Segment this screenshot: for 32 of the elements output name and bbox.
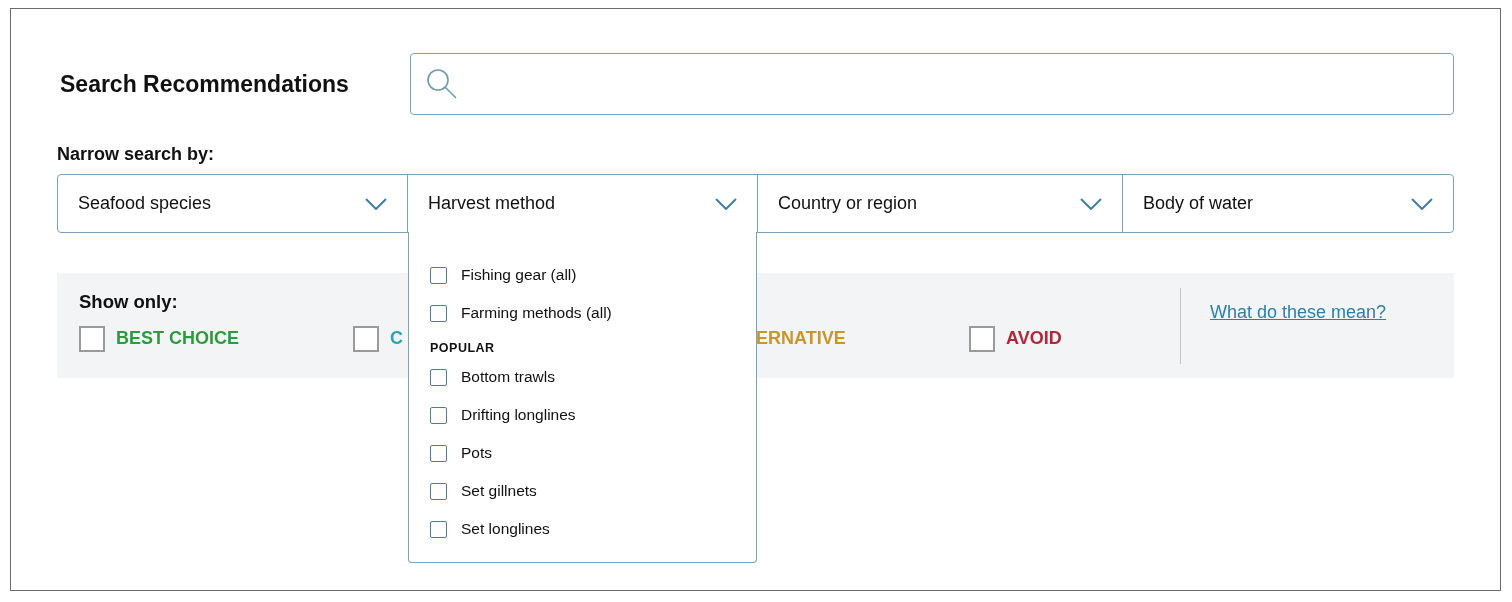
checkbox[interactable] bbox=[430, 266, 447, 284]
checkbox[interactable] bbox=[430, 444, 447, 462]
search-icon bbox=[425, 67, 459, 101]
chevron-icon bbox=[365, 197, 387, 210]
checkbox[interactable] bbox=[430, 368, 447, 386]
page-title: Search Recommendations bbox=[59, 70, 350, 98]
checkbox[interactable] bbox=[430, 520, 447, 538]
checkbox[interactable] bbox=[430, 482, 447, 500]
option-label[interactable]: Pots bbox=[461, 444, 492, 462]
option-label[interactable]: Farming methods (all) bbox=[461, 304, 612, 322]
dropdown[interactable]: Body of water bbox=[1123, 175, 1453, 232]
narrow-label: Narrow search by: bbox=[57, 144, 216, 165]
help-link[interactable]: What do these mean? bbox=[1210, 301, 1387, 323]
show-only-label: Show only: bbox=[79, 290, 178, 313]
filter-label[interactable]: AVOID bbox=[1006, 328, 1062, 349]
dropdown[interactable]: Country or region bbox=[758, 175, 1122, 232]
dropdown[interactable]: Seafood species bbox=[58, 175, 407, 232]
checkbox[interactable] bbox=[430, 304, 447, 322]
checkbox[interactable] bbox=[430, 406, 447, 424]
checkbox[interactable] bbox=[969, 325, 995, 352]
option-label[interactable]: Set gillnets bbox=[461, 482, 537, 500]
option-label[interactable]: Set longlines bbox=[461, 520, 550, 538]
option-label[interactable]: Fishing gear (all) bbox=[461, 266, 577, 284]
checkbox[interactable] bbox=[79, 325, 105, 352]
chevron-icon bbox=[715, 197, 737, 210]
option-label[interactable]: Drifting longlines bbox=[461, 406, 576, 424]
chevron-icon bbox=[1411, 197, 1433, 210]
checkbox[interactable] bbox=[353, 325, 379, 352]
menu-heading: POPULAR bbox=[430, 340, 496, 357]
chevron-icon bbox=[1080, 197, 1102, 210]
search-field[interactable] bbox=[410, 53, 1454, 115]
option-label[interactable]: Bottom trawls bbox=[461, 368, 555, 386]
